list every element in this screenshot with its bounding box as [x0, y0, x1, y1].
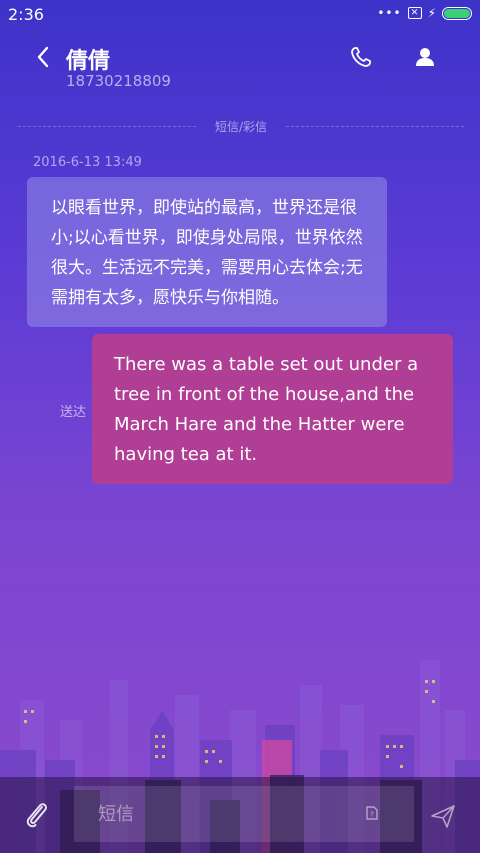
contact-info-button[interactable] — [410, 42, 440, 72]
incoming-message-text: 以眼看世界，即使站的最高，世界还是很小;以心看世界，即使身处局限，世界依然很大。… — [51, 198, 363, 308]
incoming-message-bubble[interactable]: 以眼看世界，即使站的最高，世界还是很小;以心看世界，即使身处局限，世界依然很大。… — [27, 177, 387, 327]
back-button[interactable] — [30, 42, 60, 72]
delivery-status: 送达 — [60, 405, 87, 420]
more-notifications-icon: ••• — [377, 6, 402, 20]
status-time: 2:36 — [8, 5, 44, 24]
battery-level — [444, 8, 470, 18]
phone-icon — [351, 47, 371, 67]
conversation-header: 倩倩 18730218809 — [0, 30, 480, 110]
message-input-box: ? — [74, 786, 414, 842]
send-icon — [431, 805, 455, 828]
attach-button[interactable] — [22, 799, 52, 831]
message-type-divider: 短信/彩信 — [18, 117, 464, 135]
no-sim-icon: ✕ — [407, 7, 422, 19]
contact-name: 倩倩 — [66, 49, 111, 74]
charging-icon: ⚡ — [427, 6, 436, 20]
paperclip-icon — [26, 803, 47, 828]
sim-card-icon[interactable]: ? — [366, 806, 378, 820]
send-button[interactable] — [428, 801, 458, 831]
message-timestamp: 2016-6-13 13:49 — [33, 155, 142, 170]
divider-label: 短信/彩信 — [214, 120, 268, 134]
message-input[interactable] — [74, 786, 374, 842]
back-arrow-icon — [37, 46, 49, 68]
status-icons: ••• ✕ ⚡ — [377, 6, 472, 20]
outgoing-message-bubble[interactable]: There was a table set out under a tree i… — [92, 334, 453, 484]
person-icon — [416, 48, 434, 66]
outgoing-message-text: There was a table set out under a tree i… — [114, 354, 419, 465]
status-bar: 2:36 ••• ✕ ⚡ — [0, 0, 480, 28]
message-composer: ? — [0, 777, 480, 853]
contact-number: 18730218809 — [66, 72, 171, 90]
battery-icon — [442, 6, 472, 20]
call-button[interactable] — [346, 42, 376, 72]
svg-text:?: ? — [370, 811, 374, 819]
